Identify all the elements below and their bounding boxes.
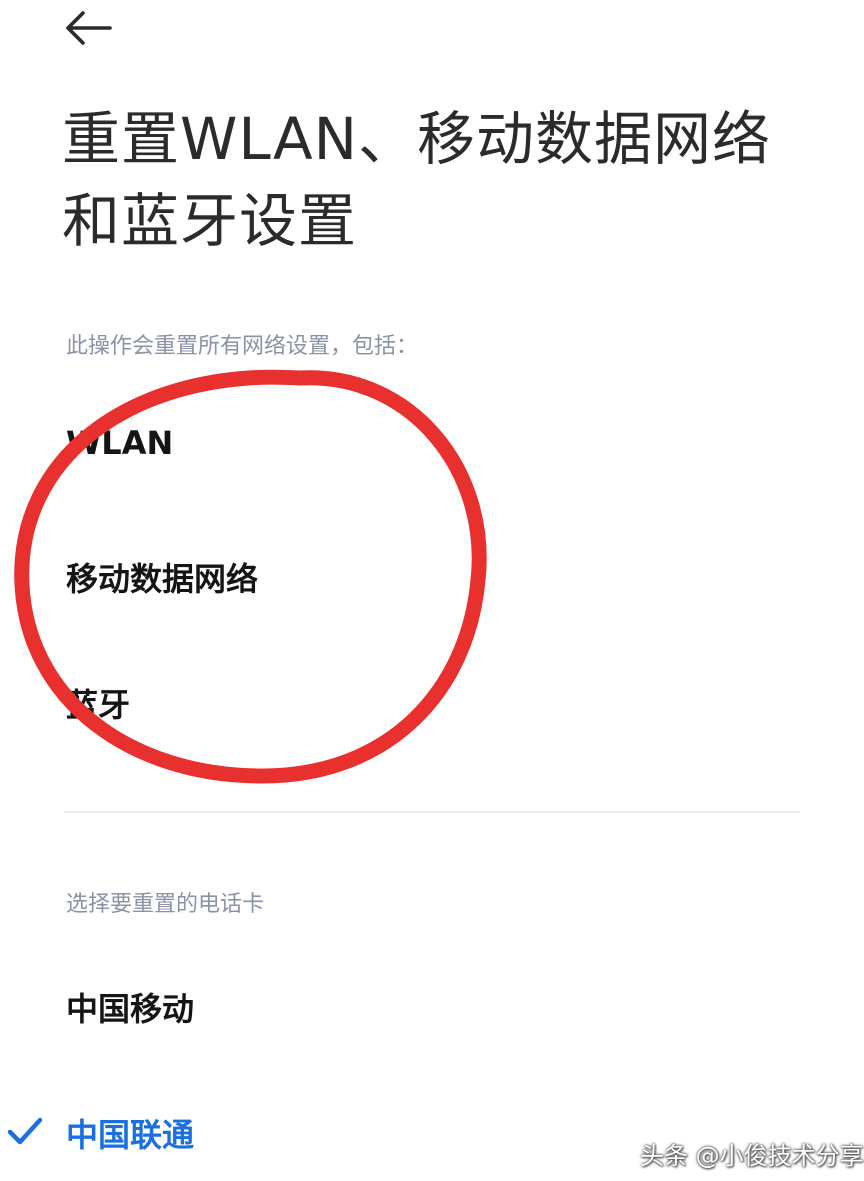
checkmark-icon [7,1117,43,1145]
watermark: 头条 @小俊技术分享 [640,1142,864,1170]
page-title-line-2: 和蓝牙设置 [62,187,358,255]
reset-item-mobile-data: 移动数据网络 [66,560,259,598]
reset-item-wlan: WLAN [66,424,174,462]
section-divider [64,811,800,813]
sim-option-label: 中国联通 [66,1116,195,1154]
sim-section-label: 选择要重置的电话卡 [66,892,265,917]
sim-option-label: 中国移动 [66,990,195,1028]
reset-item-bluetooth: 蓝牙 [66,686,131,724]
reset-description: 此操作会重置所有网络设置，包括： [66,334,419,359]
back-button[interactable] [56,4,120,52]
page-title: 重置WLAN、移动数据网络 和蓝牙设置 [62,98,822,262]
reset-network-settings-screen: 重置WLAN、移动数据网络 和蓝牙设置 此操作会重置所有网络设置，包括： WLA… [0,0,864,1181]
page-title-line-1: 重置WLAN、移动数据网络 [62,105,772,173]
sim-option-china-mobile[interactable]: 中国移动 [0,970,864,1040]
arrow-left-icon [66,11,112,45]
